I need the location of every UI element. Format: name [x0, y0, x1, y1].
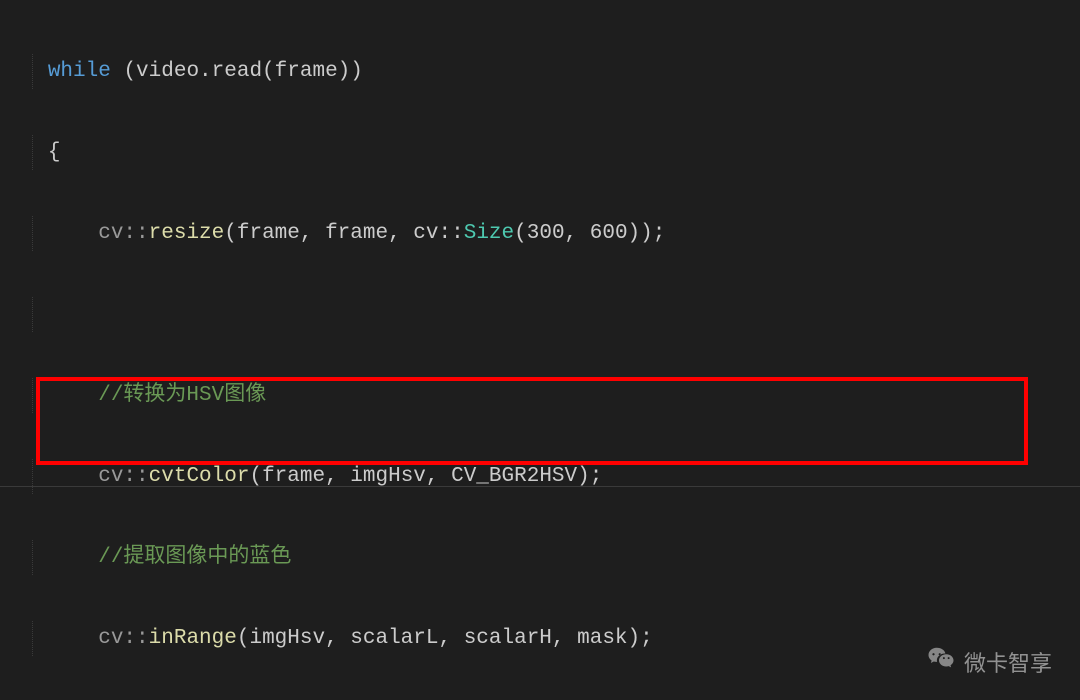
keyword-while: while	[48, 60, 111, 83]
wechat-icon	[926, 644, 964, 680]
horizontal-rule	[0, 486, 1080, 487]
code-editor[interactable]: while (video.read(frame)) { cv::resize(f…	[0, 0, 1080, 700]
fn-cvtcolor: cvtColor	[149, 465, 250, 488]
fn-inrange: inRange	[149, 627, 237, 650]
comment-blue: //提取图像中的蓝色	[98, 546, 291, 569]
fn-resize: resize	[149, 222, 225, 245]
comment-hsv: //转换为HSV图像	[98, 384, 266, 407]
while-condition	[111, 60, 124, 83]
type-size: Size	[464, 222, 514, 245]
ns-cv: cv::	[98, 222, 148, 245]
watermark: 微卡智享	[926, 644, 1052, 680]
watermark-text: 微卡智享	[964, 646, 1052, 678]
brace-open: {	[48, 141, 61, 164]
